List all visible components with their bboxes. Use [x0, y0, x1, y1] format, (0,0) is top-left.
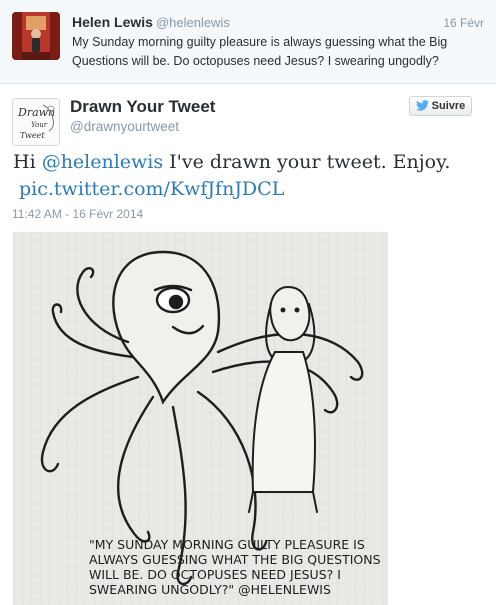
parent-tweet[interactable]: Helen Lewis @helenlewis 16 Févr My Sunday…	[0, 0, 496, 84]
follow-button-label: Suivre	[431, 100, 466, 112]
parent-author-name[interactable]: Helen Lewis	[72, 14, 153, 30]
photo-caption-line-1: "MY SUNDAY MORNING GUILTY PLEASURE IS	[89, 537, 365, 552]
tweet-text-suffix: I've drawn your tweet. Enjoy.	[163, 151, 451, 173]
parent-tweet-text: My Sunday morning guilty pleasure is alw…	[72, 35, 448, 68]
parent-tweet-date[interactable]: 16 Févr	[443, 16, 484, 30]
tweet-timestamp[interactable]: 11:42 AM - 16 Févr 2014	[12, 207, 143, 221]
photo-caption-line-3: WILL BE. DO OCTOPUSES NEED JESUS? I	[89, 567, 341, 582]
main-author-name[interactable]: Drawn Your Tweet	[70, 97, 215, 117]
avatar-text-2: Your	[31, 121, 48, 129]
photo-caption-line-2: ALWAYS GUESSING WHAT THE BIG QUESTIONS	[89, 552, 381, 567]
pic-twitter-link[interactable]: pic.twitter.com/KwfJfnJDCL	[13, 176, 483, 203]
helenlewis-mention-link[interactable]: @helenlewis	[42, 151, 163, 173]
avatar-text-3: Tweet	[20, 131, 45, 140]
helen-lewis-avatar[interactable]	[12, 12, 60, 60]
follow-button[interactable]: Suivre	[409, 96, 472, 116]
main-tweet-text: Hi @helenlewis I've drawn your tweet. En…	[13, 149, 483, 203]
parent-author[interactable]: Helen Lewis @helenlewis	[72, 14, 230, 30]
twitter-bird-icon	[415, 100, 429, 111]
octopus-jesus-drawing: "MY SUNDAY MORNING GUILTY PLEASURE IS AL…	[13, 232, 388, 605]
photo-caption-line-4: SWEARING UNGODLY?" @HELENLEWIS	[89, 582, 331, 597]
tweet-photo[interactable]: "MY SUNDAY MORNING GUILTY PLEASURE IS AL…	[13, 232, 388, 605]
avatar-text-1: Drawn	[17, 106, 55, 119]
parent-author-handle[interactable]: @helenlewis	[156, 15, 230, 30]
main-author-handle[interactable]: @drawnyourtweet	[70, 119, 179, 134]
tweet-text-prefix: Hi	[13, 151, 42, 173]
drawn-your-tweet-avatar[interactable]: Drawn Your Tweet	[12, 98, 60, 146]
